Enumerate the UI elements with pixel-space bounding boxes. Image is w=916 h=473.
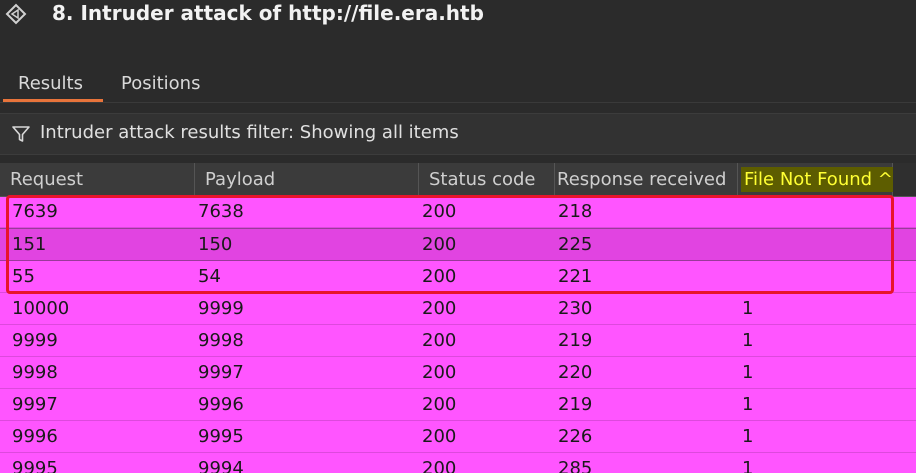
column-header-request[interactable]: Request bbox=[0, 163, 195, 196]
cell-request: 7639 bbox=[12, 201, 58, 222]
cell-payload: 9999 bbox=[198, 298, 244, 319]
column-header-status-code[interactable]: Status code bbox=[419, 163, 555, 196]
cell-status-code: 200 bbox=[422, 394, 457, 415]
window-title: 8. Intruder attack of http://file.era.ht… bbox=[52, 1, 484, 25]
funnel-icon bbox=[12, 126, 30, 142]
cell-response-received: 220 bbox=[558, 362, 593, 383]
cell-request: 55 bbox=[12, 266, 35, 287]
cell-file-not-found: 1 bbox=[742, 362, 754, 383]
tab-positions[interactable]: Positions bbox=[121, 73, 200, 94]
cell-payload: 9998 bbox=[198, 330, 244, 351]
cell-status-code: 200 bbox=[422, 330, 457, 351]
sorted-column-label: File Not Found ^ bbox=[741, 167, 896, 192]
cell-status-code: 200 bbox=[422, 298, 457, 319]
cell-request: 9998 bbox=[12, 362, 58, 383]
cell-payload: 9995 bbox=[198, 426, 244, 447]
cell-payload: 9994 bbox=[198, 458, 244, 473]
cell-request: 10000 bbox=[12, 298, 70, 319]
table-row[interactable]: 55 54 200 221 bbox=[0, 261, 916, 293]
cell-file-not-found: 1 bbox=[742, 298, 754, 319]
app-icon bbox=[5, 3, 27, 25]
cell-response-received: 218 bbox=[558, 201, 593, 222]
table-row[interactable]: 9995 9994 200 285 1 bbox=[0, 453, 916, 473]
table-row-selected[interactable]: 151 150 200 225 bbox=[0, 228, 916, 261]
cell-payload: 7638 bbox=[198, 201, 244, 222]
table-row[interactable]: 9997 9996 200 219 1 bbox=[0, 389, 916, 421]
cell-status-code: 200 bbox=[422, 234, 457, 255]
cell-payload: 9997 bbox=[198, 362, 244, 383]
results-filter-bar[interactable]: Intruder attack results filter: Showing … bbox=[0, 113, 916, 155]
cell-payload: 9996 bbox=[198, 394, 244, 415]
table-row[interactable]: 10000 9999 200 230 1 bbox=[0, 293, 916, 325]
cell-response-received: 221 bbox=[558, 266, 593, 287]
column-header-file-not-found[interactable]: File Not Found ^ bbox=[738, 163, 896, 196]
cell-response-received: 226 bbox=[558, 426, 593, 447]
cell-request: 151 bbox=[12, 234, 47, 255]
cell-payload: 150 bbox=[198, 234, 233, 255]
table-header: Request Payload Status code Response rec… bbox=[0, 163, 916, 197]
cell-file-not-found: 1 bbox=[742, 394, 754, 415]
cell-status-code: 200 bbox=[422, 362, 457, 383]
cell-status-code: 200 bbox=[422, 266, 457, 287]
table-body: 7639 7638 200 218 151 150 200 225 55 54 … bbox=[0, 196, 916, 473]
table-row[interactable]: 9999 9998 200 219 1 bbox=[0, 325, 916, 357]
active-tab-indicator bbox=[3, 99, 103, 102]
results-table: Request Payload Status code Response rec… bbox=[0, 163, 916, 473]
cell-response-received: 219 bbox=[558, 394, 593, 415]
tab-results[interactable]: Results bbox=[18, 73, 83, 94]
intruder-attack-window: 8. Intruder attack of http://file.era.ht… bbox=[0, 0, 916, 473]
cell-response-received: 219 bbox=[558, 330, 593, 351]
cell-response-received: 230 bbox=[558, 298, 593, 319]
table-row[interactable]: 7639 7638 200 218 bbox=[0, 196, 916, 228]
cell-status-code: 200 bbox=[422, 458, 457, 473]
cell-response-received: 225 bbox=[558, 234, 593, 255]
cell-status-code: 200 bbox=[422, 426, 457, 447]
cell-status-code: 200 bbox=[422, 201, 457, 222]
cell-request: 9999 bbox=[12, 330, 58, 351]
cell-response-received: 285 bbox=[558, 458, 593, 473]
cell-file-not-found: 1 bbox=[742, 426, 754, 447]
cell-request: 9995 bbox=[12, 458, 58, 473]
tab-bar: Results Positions bbox=[0, 64, 916, 103]
cell-payload: 54 bbox=[198, 266, 221, 287]
cell-file-not-found: 1 bbox=[742, 458, 754, 473]
column-header-response-received[interactable]: Response received bbox=[555, 163, 738, 196]
table-row[interactable]: 9996 9995 200 226 1 bbox=[0, 421, 916, 453]
filter-status-text: Intruder attack results filter: Showing … bbox=[40, 122, 459, 143]
column-header-filler bbox=[893, 163, 916, 196]
column-header-payload[interactable]: Payload bbox=[195, 163, 419, 196]
cell-request: 9997 bbox=[12, 394, 58, 415]
cell-file-not-found: 1 bbox=[742, 330, 754, 351]
cell-request: 9996 bbox=[12, 426, 58, 447]
table-row[interactable]: 9998 9997 200 220 1 bbox=[0, 357, 916, 389]
title-bar: 8. Intruder attack of http://file.era.ht… bbox=[0, 0, 916, 32]
